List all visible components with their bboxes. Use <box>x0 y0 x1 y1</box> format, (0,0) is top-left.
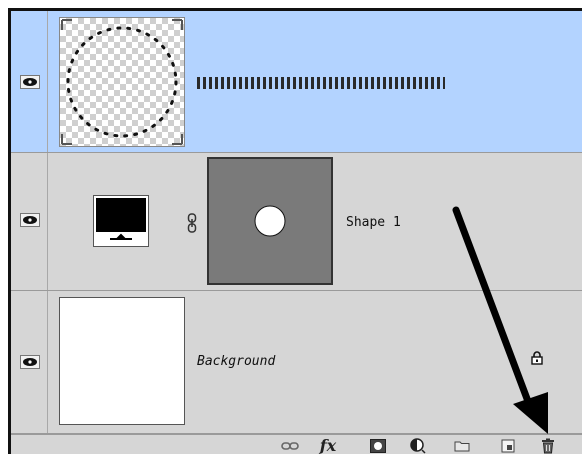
new-layer-icon[interactable] <box>499 438 517 454</box>
layer-name-shape-1[interactable]: Shape 1 <box>346 215 401 230</box>
layer-row-1[interactable] <box>11 11 582 153</box>
layers-bottom-toolbar: fx <box>11 434 582 454</box>
layer-row-2[interactable]: Shape 1 <box>11 153 582 291</box>
eye-icon[interactable] <box>20 213 40 227</box>
layer-thumbnail-transparent[interactable] <box>59 17 185 147</box>
adjustment-layer-icon[interactable] <box>409 438 427 454</box>
link-chain-icon[interactable] <box>187 213 197 233</box>
add-layer-mask-icon[interactable] <box>369 438 387 454</box>
background-thumbnail[interactable] <box>59 297 185 425</box>
new-group-folder-icon[interactable] <box>453 438 471 454</box>
fx-layer-style-icon[interactable]: fx <box>319 438 337 454</box>
eye-icon[interactable] <box>20 355 40 369</box>
layer-name-placeholder <box>197 77 445 89</box>
layers-panel: Shape 1 Background fx <box>8 8 582 454</box>
vector-mask-thumbnail[interactable] <box>207 157 333 285</box>
visibility-column <box>11 291 48 433</box>
layer-row-background[interactable]: Background <box>11 291 582 434</box>
visibility-column <box>11 153 48 290</box>
lock-icon <box>531 351 543 365</box>
visibility-column <box>11 11 48 152</box>
delete-layer-trash-icon[interactable] <box>539 438 557 454</box>
layer-name-background[interactable]: Background <box>197 354 275 369</box>
fill-color-thumbnail[interactable] <box>93 195 149 247</box>
eye-icon[interactable] <box>20 75 40 89</box>
link-layers-icon[interactable] <box>281 438 299 454</box>
